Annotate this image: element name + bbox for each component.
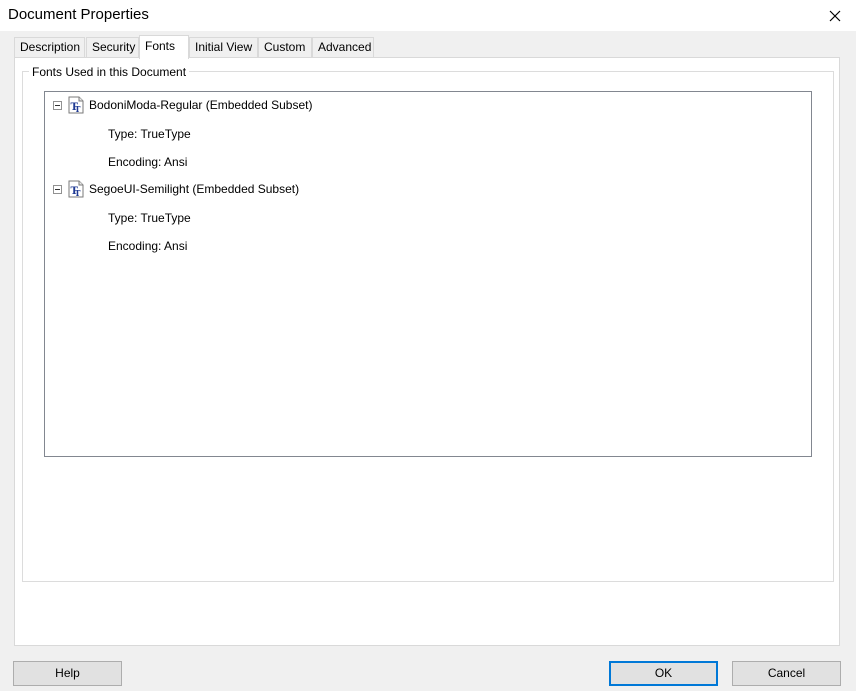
font-name: SegoeUI-Semilight (Embedded Subset)	[89, 182, 300, 196]
fonts-tab-panel: Fonts Used in this Document T T BodoniMo…	[14, 57, 840, 646]
tab-advanced[interactable]: Advanced	[312, 37, 374, 57]
tab-description[interactable]: Description	[14, 37, 85, 57]
font-encoding: Encoding: Ansi	[108, 155, 188, 169]
svg-text:T: T	[75, 188, 81, 198]
fonts-tree-view[interactable]: T T BodoniModa-Regular (Embedded Subset)…	[44, 91, 812, 457]
groupbox-label: Fonts Used in this Document	[29, 65, 190, 79]
tab-custom[interactable]: Custom	[258, 37, 312, 57]
font-name: BodoniModa-Regular (Embedded Subset)	[89, 98, 313, 112]
truetype-font-icon: T T	[68, 96, 84, 114]
close-button[interactable]	[814, 0, 856, 31]
help-button[interactable]: Help	[13, 661, 122, 686]
font-node-segoeui[interactable]: T T SegoeUI-Semilight (Embedded Subset)	[45, 180, 805, 200]
font-type: Type: TrueType	[108, 127, 191, 141]
tab-strip: Description Security Fonts Initial View …	[14, 35, 844, 59]
font-encoding: Encoding: Ansi	[108, 239, 188, 253]
fonts-groupbox: Fonts Used in this Document T T BodoniMo…	[22, 65, 834, 582]
dialog-title: Document Properties	[8, 6, 149, 23]
ok-button[interactable]: OK	[609, 661, 718, 686]
font-node-bodonimoda[interactable]: T T BodoniModa-Regular (Embedded Subset)	[45, 96, 805, 116]
collapse-icon[interactable]	[53, 185, 62, 194]
truetype-font-icon: T T	[68, 180, 84, 198]
tab-fonts[interactable]: Fonts	[139, 35, 189, 59]
document-properties-dialog: Document Properties Description Security…	[0, 0, 856, 691]
svg-text:T: T	[75, 104, 81, 114]
cancel-button[interactable]: Cancel	[732, 661, 841, 686]
tab-initial-view[interactable]: Initial View	[189, 37, 258, 57]
title-bar: Document Properties	[0, 0, 856, 31]
close-icon	[829, 10, 841, 22]
collapse-icon[interactable]	[53, 101, 62, 110]
tab-security[interactable]: Security	[86, 37, 139, 57]
font-type: Type: TrueType	[108, 211, 191, 225]
